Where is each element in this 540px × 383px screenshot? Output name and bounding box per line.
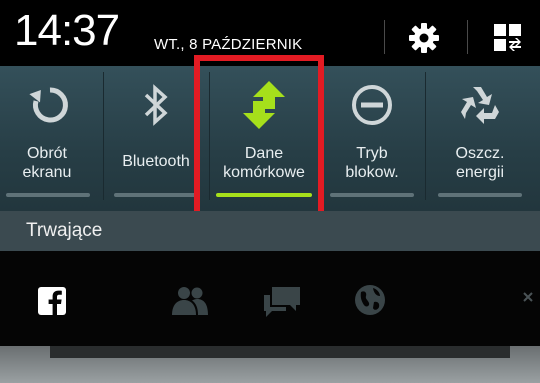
toggle-state-bar — [6, 193, 90, 197]
ongoing-section-header: Trwające — [0, 211, 540, 251]
toggle-power-saving[interactable]: Oszcz. energii — [428, 66, 532, 211]
date-label: WT., 8 PAŹDZIERNIK — [154, 36, 303, 53]
toggle-label: Oszcz. energii — [455, 145, 505, 181]
notification-item[interactable] — [0, 251, 540, 346]
toggle-block-mode[interactable]: Tryb blokow. — [322, 66, 422, 211]
friends-icon — [170, 285, 210, 315]
header-divider — [384, 20, 385, 54]
header-divider — [467, 20, 468, 54]
facebook-icon — [38, 287, 66, 315]
toggle-separator — [103, 72, 104, 200]
notification-panel: 14:37 WT., 8 PAŹDZIERNIK Obrót ekranu Bl… — [0, 0, 540, 383]
toggle-separator — [425, 72, 426, 200]
toggle-screen-rotation[interactable]: Obrót ekranu — [0, 66, 100, 211]
grid-toggle-icon[interactable] — [488, 18, 528, 58]
highlight-box — [194, 55, 324, 217]
toggle-state-bar — [438, 193, 522, 197]
toggle-label: Obrót ekranu — [22, 145, 72, 181]
toggle-label: Tryb blokow. — [345, 145, 399, 181]
toggle-state-bar — [114, 193, 198, 197]
toggle-bluetooth[interactable]: Bluetooth — [106, 66, 206, 211]
recycle-power-saving-icon — [457, 66, 503, 144]
bluetooth-icon — [141, 66, 171, 144]
rotate-icon — [28, 66, 72, 144]
toggle-label: Bluetooth — [122, 153, 190, 170]
settings-gear-icon[interactable] — [404, 18, 444, 58]
chat-icon — [262, 285, 302, 317]
close-icon[interactable] — [522, 291, 534, 303]
clock: 14:37 — [14, 6, 120, 55]
toggle-state-bar — [330, 193, 414, 197]
section-title: Trwające — [26, 220, 103, 241]
panel-shadow — [50, 346, 510, 358]
globe-icon — [354, 284, 386, 316]
block-mode-icon — [350, 66, 394, 144]
